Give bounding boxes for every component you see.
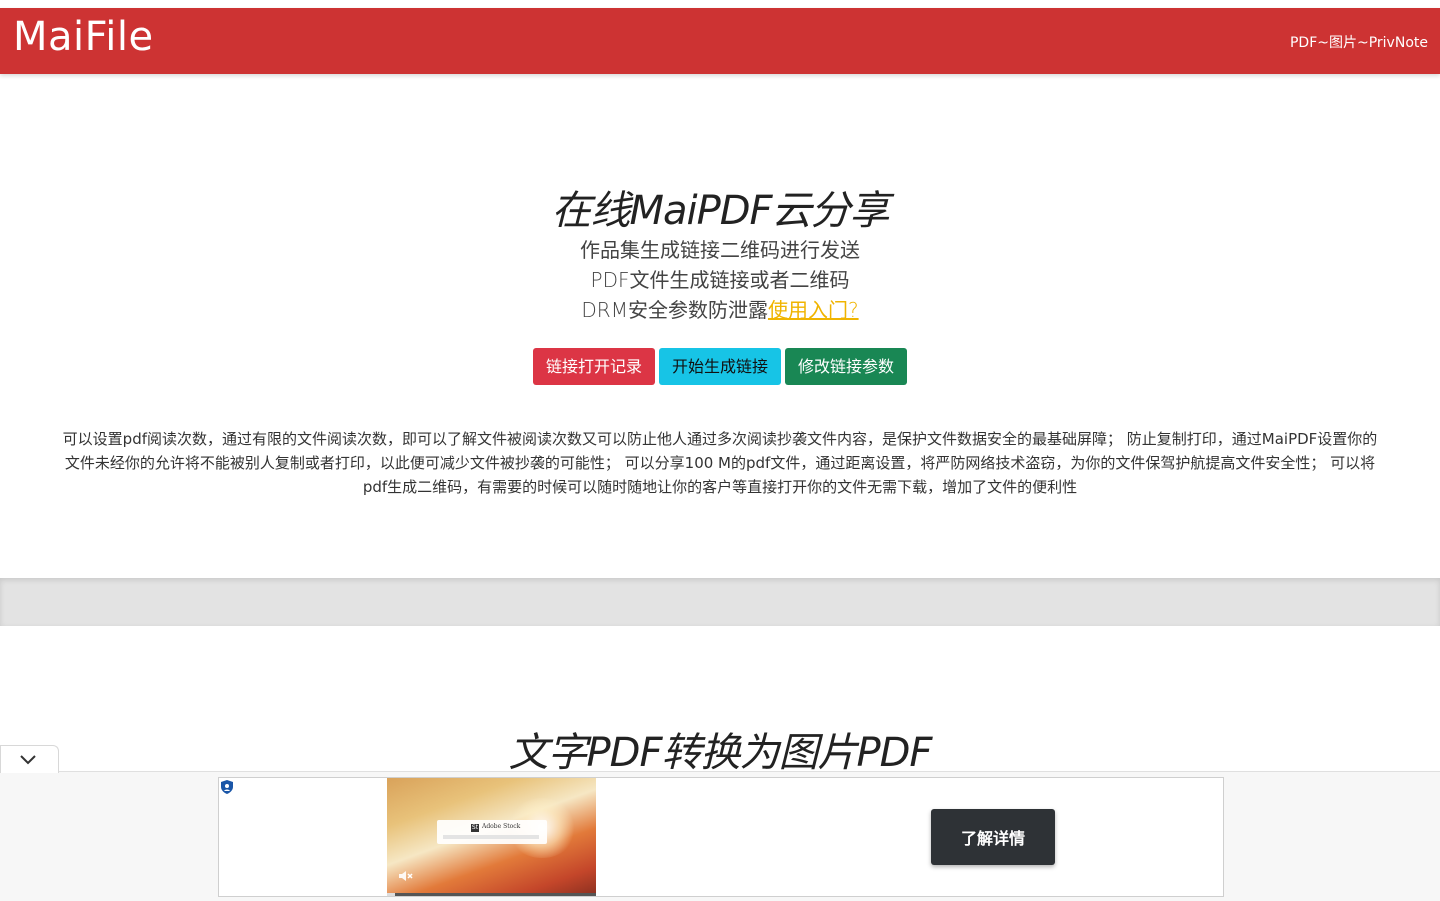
nav-link-tools[interactable]: PDF~图片~PrivNote: [1290, 32, 1428, 52]
mute-icon[interactable]: [397, 868, 413, 884]
ad-banner: St Adobe Stock 了解详情: [0, 771, 1440, 901]
feature-description: 可以设置pdf阅读次数，通过有限的文件阅读次数，即可以了解文件被阅读次数又可以防…: [62, 430, 1378, 496]
hero-subtitle-1: 作品集生成链接二维码进行发送: [580, 238, 860, 262]
hero-subtitle-3: DRM安全参数防泄露使用入门?: [0, 294, 1440, 323]
ad-learn-more-button[interactable]: 了解详情: [931, 809, 1055, 865]
brand-logo[interactable]: MaiFile: [13, 14, 154, 60]
section-divider-band: [0, 578, 1440, 626]
ad-thumb-label: Adobe Stock: [482, 823, 521, 830]
generate-link-button[interactable]: 开始生成链接: [658, 348, 781, 385]
hero-subtitle-3-text: DRM安全参数防泄露: [581, 298, 768, 322]
ad-video-progress: [387, 893, 596, 896]
hero-section: 在线MaiPDF云分享 作品集生成链接二维码进行发送 PDF文件生成链接或者二维…: [0, 74, 1440, 578]
section2-title: 文字PDF转换为图片PDF: [508, 730, 933, 776]
top-strip: [0, 0, 1440, 8]
ad-collapse-tab[interactable]: [0, 745, 59, 773]
adobe-stock-logo-icon: St: [471, 824, 479, 832]
ad-thumb-card: St Adobe Stock: [437, 820, 547, 844]
open-log-button[interactable]: 链接打开记录: [532, 348, 655, 385]
ad-choices-icon[interactable]: [221, 780, 233, 794]
hero-subtitle-2: PDF文件生成链接或者二维码: [590, 268, 850, 292]
navbar: MaiFile PDF~图片~PrivNote: [0, 8, 1440, 74]
hero-button-row: 链接打开记录 开始生成链接 修改链接参数: [0, 348, 1440, 385]
modify-link-button[interactable]: 修改链接参数: [785, 348, 908, 385]
ad-thumb-search-line: [443, 835, 539, 839]
chevron-down-icon: [20, 755, 36, 765]
getting-started-link[interactable]: 使用入门?: [768, 298, 859, 322]
hero-title: 在线MaiPDF云分享: [551, 188, 889, 234]
ad-video-thumbnail[interactable]: St Adobe Stock: [387, 778, 596, 896]
ad-box[interactable]: St Adobe Stock 了解详情: [218, 777, 1224, 897]
ad-video-progress-fill: [387, 893, 396, 896]
